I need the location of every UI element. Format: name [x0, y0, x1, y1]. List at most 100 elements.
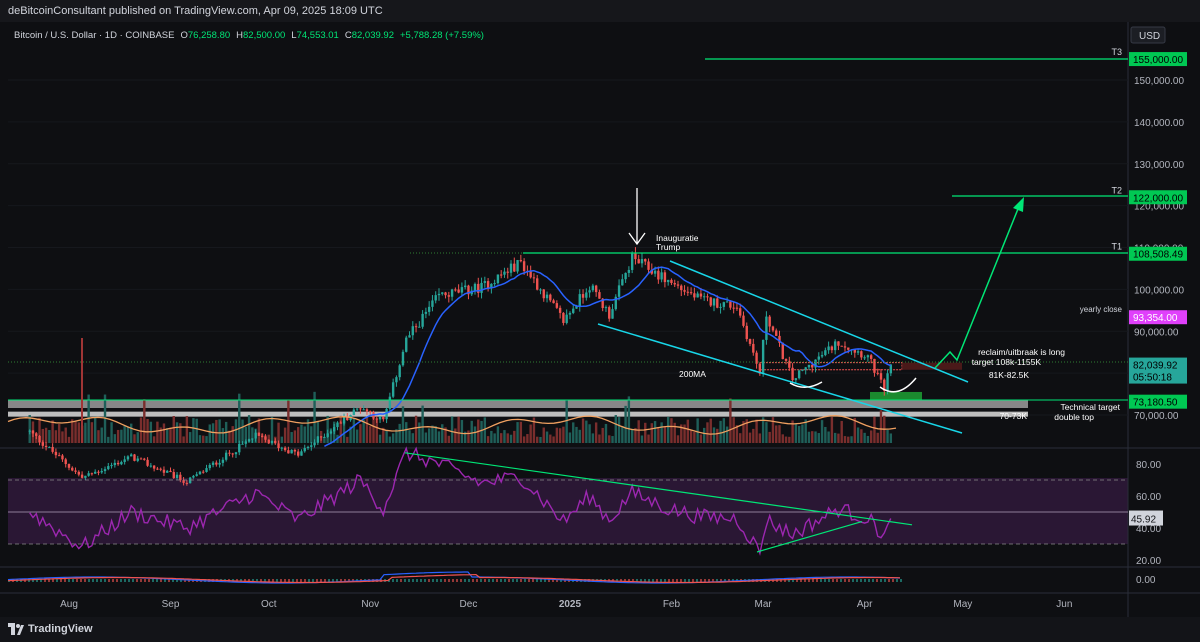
candle-body	[837, 341, 840, 346]
macd-histogram-bar	[456, 579, 458, 582]
candle-body	[391, 382, 395, 397]
time-axis-label: Feb	[663, 599, 681, 610]
volume-bar	[270, 416, 274, 443]
macd-histogram-bar	[672, 579, 674, 582]
candle-body	[630, 253, 634, 270]
candle-body	[342, 417, 346, 424]
macd-histogram-bar	[668, 579, 670, 582]
candle-body	[369, 411, 372, 413]
volume-bar	[54, 430, 58, 443]
volume-bar	[421, 405, 424, 443]
macd-histogram-bar	[684, 579, 686, 582]
volume-bar	[539, 436, 542, 443]
volume-bar	[640, 435, 644, 443]
candle-body	[162, 469, 166, 473]
candle-body	[159, 468, 162, 470]
macd-histogram-bar	[896, 579, 898, 582]
price-axis-label: 90,000.00	[1134, 327, 1179, 338]
volume-bar	[761, 417, 765, 443]
candle-body	[198, 471, 202, 475]
volume-bar	[496, 426, 500, 443]
candle-body	[781, 342, 784, 359]
candle-body	[395, 377, 398, 383]
candle-body	[293, 449, 297, 452]
candle-body	[296, 451, 300, 456]
macd-histogram-bar	[308, 579, 310, 582]
macd-histogram-bar	[856, 579, 858, 582]
macd-histogram-bar	[832, 579, 834, 582]
publisher-bar: deBitcoinConsultant published on Trading…	[0, 0, 1200, 22]
volume-bar	[326, 415, 329, 443]
candle-body	[833, 341, 837, 351]
volume-bar	[752, 428, 755, 443]
macd-histogram-bar	[872, 579, 874, 582]
macd-histogram-bar	[504, 579, 506, 582]
volume-bar	[755, 419, 758, 443]
candle-body	[61, 455, 64, 460]
volume-bar	[192, 418, 195, 443]
volume-bar	[847, 436, 850, 443]
rsi-value-text: 45.92	[1131, 515, 1156, 526]
candle-body	[283, 447, 287, 451]
volume-bar	[594, 422, 598, 443]
volume-bar	[234, 419, 238, 443]
candle-body	[699, 293, 703, 297]
volume-bar	[490, 430, 493, 443]
volume-bar	[146, 418, 149, 443]
candle-body	[303, 448, 306, 452]
candle-body	[585, 292, 588, 298]
volume-bar	[879, 410, 883, 443]
volume-bar	[519, 421, 523, 443]
candle-body	[362, 409, 365, 411]
macd-histogram-bar	[808, 579, 810, 582]
candle-body	[427, 306, 431, 312]
candle-body	[195, 474, 198, 476]
macd-histogram-bar	[448, 579, 450, 582]
macd-histogram-bar	[140, 579, 142, 582]
macd-histogram-bar	[324, 579, 326, 582]
volume-bar	[814, 431, 817, 443]
annotation-reclaim: reclaim/uitbraak is long	[978, 347, 1065, 357]
volume-bar	[797, 426, 801, 443]
candle-body	[267, 439, 270, 444]
candle-body	[463, 285, 467, 288]
macd-histogram-bar	[128, 579, 130, 582]
volume-bar	[775, 425, 778, 443]
macd-histogram-bar	[316, 579, 318, 582]
candle-body	[280, 447, 284, 449]
volume-bar	[670, 418, 673, 443]
volume-spike	[81, 338, 83, 443]
candle-body	[143, 458, 146, 460]
macd-histogram-bar	[116, 579, 118, 582]
candle-body	[375, 418, 378, 420]
candle-body	[38, 435, 41, 443]
candle-body	[447, 295, 451, 297]
macd-histogram-bar	[156, 579, 158, 582]
legend-symbol: Bitcoin / U.S. Dollar · 1D · COINBASE O76…	[14, 30, 484, 41]
candle-body	[660, 272, 663, 280]
candle-body	[54, 451, 58, 456]
resistance-zone-extension	[902, 362, 962, 370]
volume-bar	[876, 432, 879, 443]
candle-body	[516, 260, 519, 272]
candle-body	[421, 313, 424, 327]
candle-body	[532, 277, 536, 279]
macd-histogram-bar	[880, 579, 882, 582]
volume-bar	[486, 436, 490, 443]
macd-histogram-bar	[96, 579, 98, 582]
volume-bar	[578, 429, 581, 443]
candle-body	[172, 472, 175, 478]
candle-body	[179, 474, 182, 481]
volume-bar	[811, 431, 814, 443]
volume-bar	[650, 423, 654, 443]
target-box	[870, 391, 922, 400]
volume-bar	[585, 420, 588, 443]
volume-bar	[90, 422, 94, 443]
macd-histogram-bar	[884, 579, 886, 582]
price-chart[interactable]: 80.00 60.00 40.00 20.00 45.92 0.00 70,000.00…	[0, 22, 1200, 617]
candle-body	[562, 312, 565, 323]
macd-histogram-bar	[112, 579, 114, 582]
volume-bar	[139, 417, 143, 443]
volume-bar	[568, 432, 572, 443]
macd-histogram-bar	[840, 579, 842, 582]
